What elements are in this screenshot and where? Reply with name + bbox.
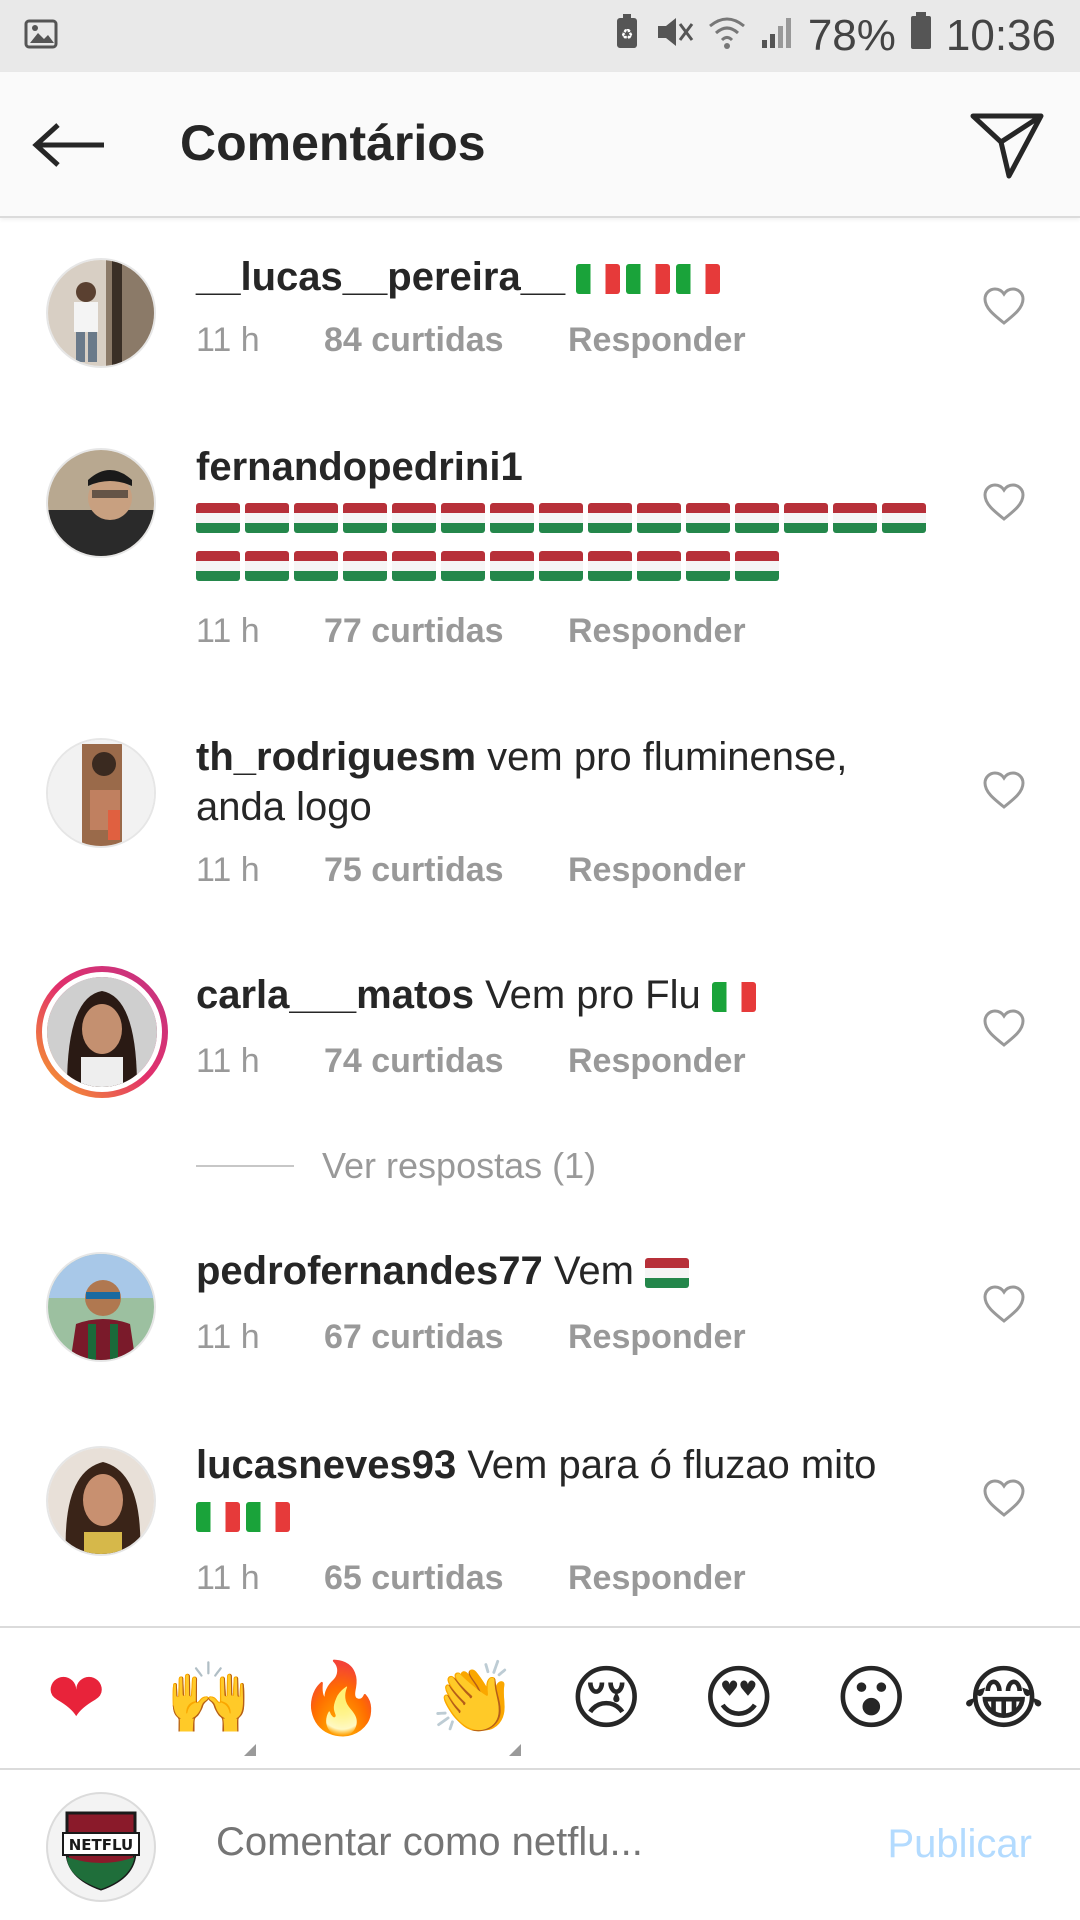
comment-composer: NETFLU Publicar bbox=[0, 1768, 1080, 1920]
comment-body: fernandopedrini1 bbox=[196, 442, 936, 588]
flag-emoji bbox=[196, 1493, 296, 1537]
quick-emoji-bar: ❤ 🙌 🔥 👏 😢 😍 😮 😂 bbox=[0, 1626, 1080, 1768]
reply-button[interactable]: Responder bbox=[568, 1318, 746, 1357]
comment-body: th_rodriguesm vem pro fluminense, anda l… bbox=[196, 732, 936, 832]
status-bar: ♻ 78% 10:36 bbox=[0, 0, 1080, 72]
comment-time: 11 h bbox=[196, 1042, 260, 1080]
flag-emoji-row bbox=[196, 492, 956, 588]
raised-hands-emoji: 🙌 bbox=[165, 1656, 253, 1739]
like-heart-icon[interactable] bbox=[982, 1008, 1026, 1048]
battery-icon bbox=[910, 11, 932, 61]
publish-button[interactable]: Publicar bbox=[887, 1822, 1032, 1867]
comment-body: lucasneves93 Vem para ó fluzao mito bbox=[196, 1440, 936, 1540]
comment-likes[interactable]: 74 curtidas bbox=[324, 1042, 568, 1081]
share-button[interactable] bbox=[964, 102, 1050, 188]
laughing-emoji-button[interactable]: 😂 bbox=[949, 1657, 1059, 1739]
back-arrow-icon bbox=[32, 123, 104, 167]
gallery-notification-icon bbox=[24, 19, 58, 54]
reply-button[interactable]: Responder bbox=[568, 851, 746, 890]
comments-list: __lucas__pereira__ 11 h 84 curtidas Resp… bbox=[0, 220, 1080, 1624]
fire-emoji-button[interactable]: 🔥 bbox=[286, 1657, 396, 1740]
flag-emoji bbox=[576, 255, 726, 299]
reply-button[interactable]: Responder bbox=[568, 1042, 746, 1081]
avatar-with-story-ring[interactable] bbox=[36, 966, 168, 1098]
view-replies-button[interactable]: Ver respostas (1) bbox=[196, 1145, 596, 1187]
clap-emoji-button[interactable]: 👏 bbox=[419, 1656, 529, 1756]
like-heart-icon[interactable] bbox=[982, 1478, 1026, 1518]
comment-time: 11 h bbox=[196, 321, 260, 359]
comment-username[interactable]: __lucas__pereira__ bbox=[196, 255, 565, 299]
comment-likes[interactable]: 65 curtidas bbox=[324, 1559, 568, 1598]
battery-percent: 78% bbox=[807, 11, 896, 60]
like-heart-icon[interactable] bbox=[982, 286, 1026, 326]
comment-username[interactable]: th_rodriguesm bbox=[196, 735, 476, 779]
view-replies-label: Ver respostas (1) bbox=[322, 1145, 597, 1186]
skin-tone-indicator bbox=[243, 1743, 256, 1756]
heart-eyes-emoji-button[interactable]: 😍 bbox=[684, 1657, 794, 1739]
comment-username[interactable]: lucasneves93 bbox=[196, 1443, 456, 1487]
like-heart-icon[interactable] bbox=[982, 770, 1026, 810]
comment-input[interactable] bbox=[216, 1820, 816, 1865]
avatar[interactable] bbox=[46, 448, 156, 558]
comment-text: Vem pro Flu bbox=[485, 973, 701, 1017]
page-title: Comentários bbox=[180, 115, 486, 171]
comment-username[interactable]: carla___matos bbox=[196, 973, 474, 1017]
svg-text:♻: ♻ bbox=[621, 27, 634, 43]
send-icon bbox=[970, 113, 1044, 179]
comment-meta: 11 h 75 curtidas Responder bbox=[196, 851, 746, 890]
reply-button[interactable]: Responder bbox=[568, 1559, 746, 1598]
clap-emoji: 👏 bbox=[430, 1656, 518, 1739]
wifi-icon bbox=[708, 11, 746, 61]
comment-username[interactable]: fernandopedrini1 bbox=[196, 442, 936, 492]
comment-body: __lucas__pereira__ bbox=[196, 252, 936, 302]
reply-button[interactable]: Responder bbox=[568, 321, 746, 360]
comment-meta: 11 h 84 curtidas Responder bbox=[196, 321, 746, 360]
mute-icon bbox=[654, 11, 694, 61]
reply-button[interactable]: Responder bbox=[568, 612, 746, 651]
comment-body: pedrofernandes77 Vem bbox=[196, 1246, 936, 1296]
comment-meta: 11 h 67 curtidas Responder bbox=[196, 1318, 746, 1357]
raised-hands-emoji-button[interactable]: 🙌 bbox=[154, 1656, 264, 1756]
battery-saver-icon: ♻ bbox=[614, 11, 640, 61]
heart-emoji-button[interactable]: ❤ bbox=[21, 1657, 131, 1739]
avatar[interactable] bbox=[46, 258, 156, 368]
comment-likes[interactable]: 75 curtidas bbox=[324, 851, 568, 890]
comment-likes[interactable]: 77 curtidas bbox=[324, 612, 568, 651]
comment-text: Vem para ó fluzao mito bbox=[467, 1443, 877, 1487]
flag-emoji bbox=[645, 1249, 694, 1293]
current-user-avatar: NETFLU bbox=[46, 1792, 156, 1902]
comment-likes[interactable]: 67 curtidas bbox=[324, 1318, 568, 1357]
replies-divider bbox=[196, 1165, 294, 1167]
avatar[interactable] bbox=[46, 1446, 156, 1556]
comment-meta: 11 h 65 curtidas Responder bbox=[196, 1559, 746, 1598]
comment-meta: 11 h 74 curtidas Responder bbox=[196, 1042, 746, 1081]
comment-username[interactable]: pedrofernandes77 bbox=[196, 1249, 543, 1293]
comment-body: carla___matos Vem pro Flu bbox=[196, 970, 936, 1020]
comment-likes[interactable]: 84 curtidas bbox=[324, 321, 568, 360]
clock: 10:36 bbox=[945, 11, 1056, 60]
back-button[interactable] bbox=[30, 110, 110, 180]
surprised-emoji-button[interactable]: 😮 bbox=[816, 1657, 926, 1739]
comment-text: Vem bbox=[553, 1249, 634, 1293]
comment-meta: 11 h 77 curtidas Responder bbox=[196, 612, 746, 651]
skin-tone-indicator bbox=[508, 1743, 521, 1756]
comment-time: 11 h bbox=[196, 612, 260, 650]
app-header: Comentários bbox=[0, 72, 1080, 218]
crying-emoji-button[interactable]: 😢 bbox=[551, 1657, 661, 1739]
flag-emoji bbox=[711, 973, 762, 1017]
comment-time: 11 h bbox=[196, 1559, 260, 1597]
comment-time: 11 h bbox=[196, 851, 260, 889]
signal-icon bbox=[760, 11, 794, 61]
like-heart-icon[interactable] bbox=[982, 1284, 1026, 1324]
avatar[interactable] bbox=[46, 1252, 156, 1362]
like-heart-icon[interactable] bbox=[982, 482, 1026, 522]
avatar[interactable] bbox=[46, 738, 156, 848]
avatar-logo-text: NETFLU bbox=[69, 1836, 133, 1854]
comment-time: 11 h bbox=[196, 1318, 260, 1356]
